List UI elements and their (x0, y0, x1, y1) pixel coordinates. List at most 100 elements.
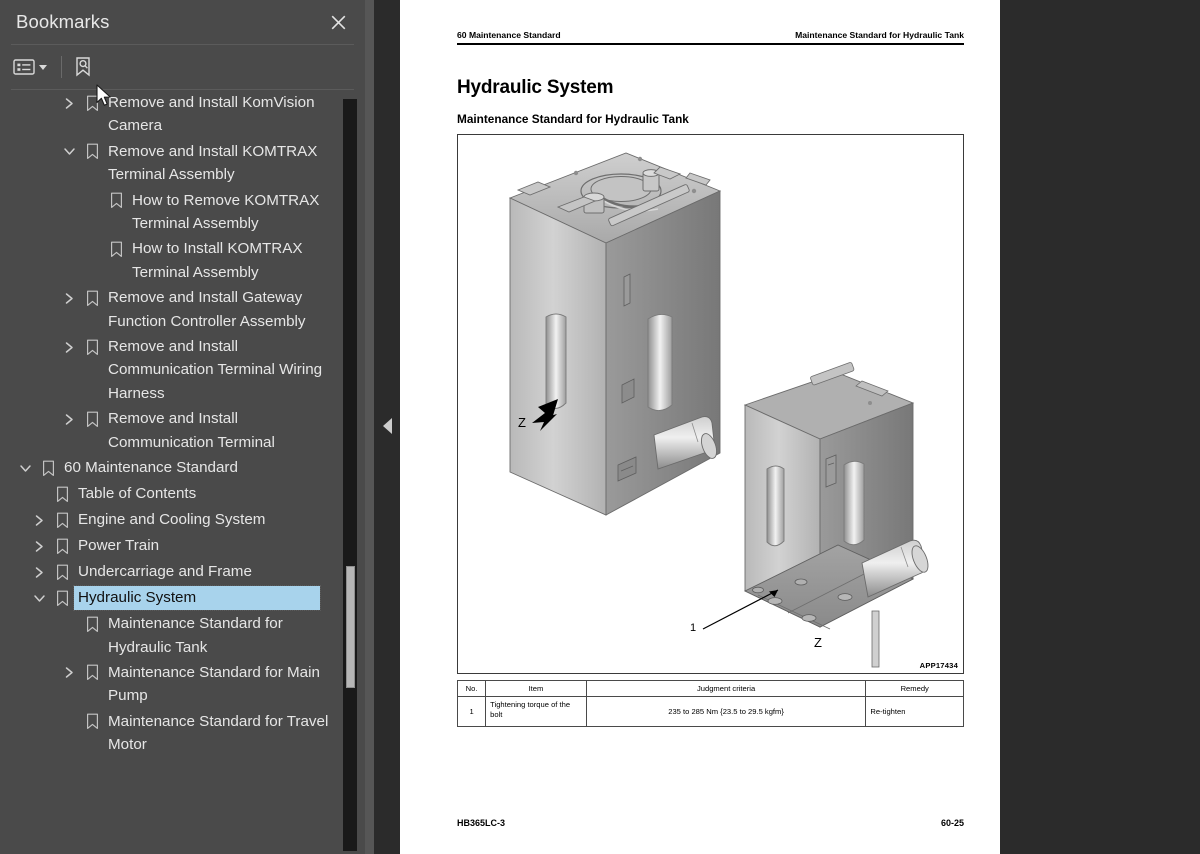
bookmark-label[interactable]: 60 Maintenance Standard (60, 456, 242, 479)
bookmark-tree-item[interactable]: Undercarriage and Frame (0, 559, 345, 585)
bookmark-label[interactable]: Maintenance Standard for Hydraulic Tank (104, 612, 345, 659)
col-no: No. (456, 679, 487, 698)
maintenance-standard-table: No. Item Judgment criteria Remedy 1 Tigh… (456, 679, 964, 728)
chevron-right-icon[interactable] (28, 508, 50, 532)
sidebar-scrollbar-thumb[interactable] (346, 566, 355, 688)
bookmark-tree-item[interactable]: Table of Contents (0, 481, 345, 507)
bookmark-label[interactable]: Remove and Install Gateway Function Cont… (104, 286, 345, 333)
bookmark-label[interactable]: Maintenance Standard for Travel Motor (104, 710, 345, 757)
toolbar-separator (61, 56, 62, 78)
view-label-bottom: Z (814, 635, 822, 650)
bookmarks-tree-viewport: Remove and Install KomVision Camera Remov… (0, 90, 365, 854)
bookmark-label[interactable]: Power Train (74, 534, 163, 557)
cell-remedy: Re-tighten (865, 696, 964, 728)
bookmark-tree-item[interactable]: How to Install KOMTRAX Terminal Assembly (0, 236, 345, 285)
bookmark-label[interactable]: Remove and Install Communication Termina… (104, 407, 345, 454)
col-judgment: Judgment criteria (585, 679, 867, 698)
table-header-row: No. Item Judgment criteria Remedy (456, 679, 964, 698)
bookmark-tree-item[interactable]: Remove and Install Communication Termina… (0, 406, 345, 455)
pdf-page: 60 Maintenance Standard Maintenance Stan… (400, 0, 1000, 854)
page-title: Hydraulic System (457, 77, 614, 98)
chevron-down-icon[interactable] (39, 64, 47, 70)
col-remedy: Remedy (865, 679, 964, 698)
bookmark-tree-item[interactable]: Maintenance Standard for Main Pump (0, 660, 345, 709)
bookmark-label[interactable]: Table of Contents (74, 482, 200, 505)
cell-judgment: 235 to 285 Nm {23.5 to 29.5 kgfm} (585, 696, 867, 728)
table-row: 1 Tightening torque of the bolt 235 to 2… (456, 696, 964, 728)
bookmark-icon (50, 508, 74, 532)
footer-page-number: 60-25 (940, 818, 964, 828)
bookmark-label[interactable]: Remove and Install Communication Termina… (104, 335, 345, 405)
bookmark-tree-item[interactable]: Power Train (0, 533, 345, 559)
bookmark-icon (80, 710, 104, 734)
bookmark-icon (104, 189, 128, 213)
bookmark-icon (50, 534, 74, 558)
bookmark-tree-item[interactable]: Remove and Install Gateway Function Cont… (0, 285, 345, 334)
bookmark-icon (50, 482, 74, 506)
chevron-right-icon[interactable] (58, 91, 80, 115)
pdf-reader-window: Bookmarks Remove and Install KomVision C… (0, 0, 1200, 854)
chevron-right-icon[interactable] (58, 286, 80, 310)
footer-model: HB365LC-3 (457, 818, 506, 828)
chevron-right-icon[interactable] (28, 560, 50, 584)
chevron-down-icon[interactable] (14, 456, 36, 480)
figure-hydraulic-tank: Z 1 Z APP17434 (457, 134, 964, 674)
sidebar-scrollbar[interactable] (343, 99, 357, 851)
bookmark-tree-item[interactable]: 60 Maintenance Standard (0, 455, 345, 481)
page-subtitle: Maintenance Standard for Hydraulic Tank (457, 112, 689, 126)
chevron-down-icon[interactable] (58, 140, 80, 164)
bookmark-tree-item[interactable]: Maintenance Standard for Hydraulic Tank (0, 611, 345, 660)
col-item: Item (485, 679, 587, 698)
figure-drawing-id: APP17434 (919, 661, 958, 670)
close-icon[interactable] (325, 9, 351, 35)
bookmark-tree-item[interactable]: Remove and Install KomVision Camera (0, 90, 345, 139)
splitter-bar[interactable] (365, 0, 374, 854)
bookmark-tree-item[interactable]: Remove and Install KOMTRAX Terminal Asse… (0, 139, 345, 188)
bookmark-icon (80, 335, 104, 359)
chevron-right-icon[interactable] (58, 407, 80, 431)
cell-item: Tightening torque of the bolt (485, 696, 587, 728)
bookmark-icon (50, 586, 74, 610)
bookmark-icon (50, 560, 74, 584)
bookmarks-title: Bookmarks (16, 11, 110, 32)
collapse-left-triangle-icon[interactable] (383, 418, 392, 434)
bookmark-search-icon[interactable] (73, 52, 93, 82)
bookmark-tree-item[interactable]: Hydraulic System (0, 585, 345, 611)
list-options-icon[interactable] (10, 52, 50, 82)
bookmark-label[interactable]: Undercarriage and Frame (74, 560, 256, 583)
pdf-viewer[interactable]: 60 Maintenance Standard Maintenance Stan… (400, 0, 1200, 854)
bookmark-label[interactable]: Hydraulic System (73, 585, 321, 611)
cell-no: 1 (456, 696, 487, 728)
header-rule (457, 43, 964, 45)
page-running-header: 60 Maintenance Standard Maintenance Stan… (457, 30, 964, 43)
bookmark-icon (80, 286, 104, 310)
bookmark-tree-item[interactable]: Remove and Install Communication Termina… (0, 334, 345, 406)
sidebar-splitter[interactable] (365, 0, 400, 854)
chevron-right-icon[interactable] (58, 661, 80, 685)
bookmark-label[interactable]: Maintenance Standard for Main Pump (104, 661, 345, 708)
view-label-top: Z (518, 415, 526, 430)
bookmarks-tree: Remove and Install KomVision Camera Remov… (0, 90, 345, 758)
bookmark-icon (104, 237, 128, 261)
bookmark-tree-item[interactable]: Maintenance Standard for Travel Motor (0, 709, 345, 758)
bookmark-label[interactable]: Engine and Cooling System (74, 508, 269, 531)
chevron-down-icon[interactable] (28, 586, 50, 610)
bookmark-tree-item[interactable]: How to Remove KOMTRAX Terminal Assembly (0, 188, 345, 237)
bookmark-label[interactable]: How to Install KOMTRAX Terminal Assembly (128, 237, 345, 284)
bookmark-tree-item[interactable]: Engine and Cooling System (0, 507, 345, 533)
bookmark-label[interactable]: How to Remove KOMTRAX Terminal Assembly (128, 189, 345, 236)
bookmark-icon (80, 407, 104, 431)
bookmark-label[interactable]: Remove and Install KOMTRAX Terminal Asse… (104, 140, 345, 187)
running-header-right: Maintenance Standard for Hydraulic Tank (795, 30, 964, 40)
bookmarks-header: Bookmarks (0, 0, 365, 44)
chevron-right-icon[interactable] (28, 534, 50, 558)
bookmark-label[interactable]: Remove and Install KomVision Camera (104, 91, 345, 138)
chevron-right-icon[interactable] (58, 335, 80, 359)
bookmark-icon (80, 661, 104, 685)
bookmark-icon (80, 91, 104, 115)
